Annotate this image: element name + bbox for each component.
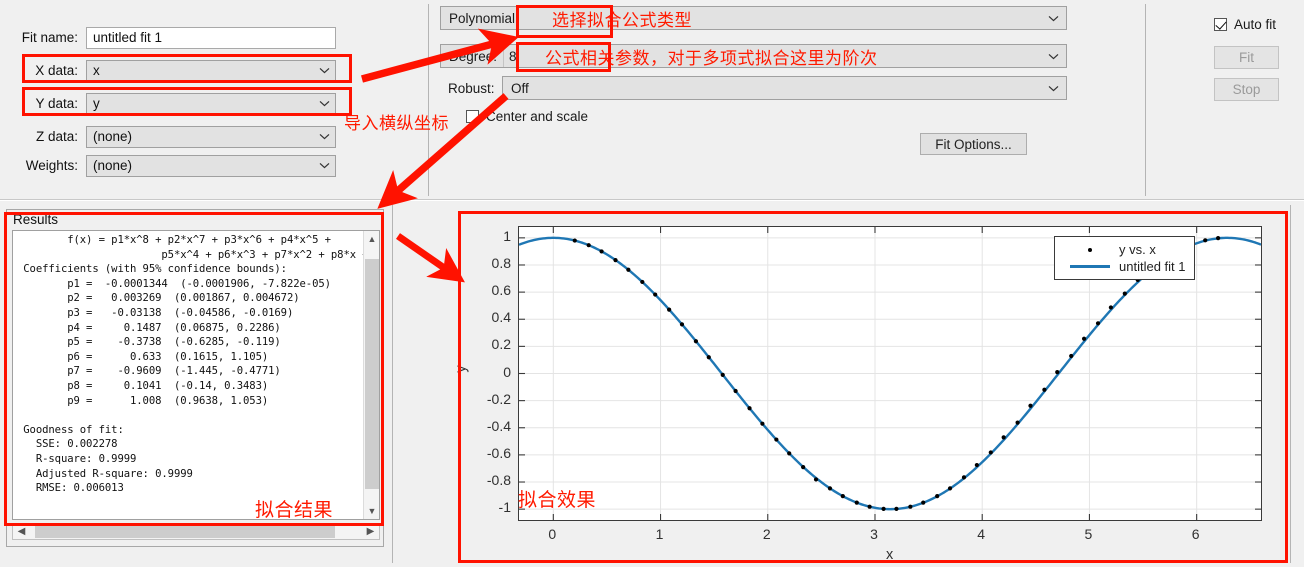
robust-dropdown[interactable]: Off [502, 76, 1067, 100]
checkbox-box [1214, 18, 1227, 31]
horizontal-scroll-thumb[interactable] [35, 525, 335, 538]
chevron-down-icon [1042, 7, 1064, 29]
robust-row: Robust: Off [440, 76, 1067, 100]
center-and-scale-label: Center and scale [486, 109, 589, 124]
weights-row: Weights: (none) [0, 154, 336, 177]
robust-label: Robust: [448, 80, 495, 96]
highlight-fit-type [516, 5, 613, 38]
chevron-down-icon [313, 156, 335, 176]
fit-options-button[interactable]: Fit Options... [920, 133, 1027, 155]
fit-run-panel: Auto fit Fit Stop [1146, 0, 1304, 199]
stop-button-label: Stop [1232, 82, 1261, 97]
fit-name-row: Fit name: untitled fit 1 [0, 26, 336, 49]
auto-fit-label: Auto fit [1234, 17, 1277, 32]
robust-value: Off [511, 80, 529, 96]
annotation-fit-effect: 拟合效果 [518, 489, 597, 511]
weights-label: Weights: [25, 158, 78, 173]
weights-dropdown[interactable]: (none) [86, 154, 336, 177]
highlight-y-data [22, 87, 352, 116]
z-data-value: (none) [93, 129, 133, 144]
checkbox-box [466, 110, 479, 123]
chevron-down-icon [1042, 45, 1064, 67]
scroll-left-icon[interactable]: ◀ [13, 524, 30, 539]
weights-value: (none) [93, 158, 133, 173]
right-edge-divider [1290, 205, 1291, 563]
highlight-x-data [22, 54, 352, 83]
z-data-row: Z data: (none) [0, 125, 336, 148]
highlight-results [4, 212, 384, 526]
highlight-degree [516, 42, 611, 72]
fit-options-label: Fit Options... [935, 136, 1012, 152]
auto-fit-checkbox[interactable]: Auto fit [1214, 17, 1276, 32]
degree-label: Degree: [449, 48, 498, 64]
panel-divider-1 [428, 4, 429, 196]
z-data-dropdown[interactable]: (none) [86, 125, 336, 148]
annotation-import-xy: 导入横纵坐标 [344, 114, 449, 134]
results-plot-divider[interactable] [392, 205, 393, 563]
chevron-down-icon [1042, 77, 1064, 99]
fit-name-input[interactable]: untitled fit 1 [86, 26, 336, 49]
z-data-label: Z data: [35, 129, 78, 144]
center-and-scale-checkbox[interactable]: Center and scale [466, 109, 588, 124]
fit-name-label: Fit name: [21, 30, 78, 45]
chevron-down-icon [313, 127, 335, 147]
fit-button[interactable]: Fit [1214, 46, 1279, 69]
fit-button-label: Fit [1239, 50, 1254, 65]
curve-fitting-tool-window: Fit name: untitled fit 1 X data: x Y dat… [0, 0, 1304, 567]
stop-button[interactable]: Stop [1214, 78, 1279, 101]
annotation-fit-result: 拟合结果 [255, 499, 334, 521]
fit-name-value: untitled fit 1 [93, 30, 163, 45]
scroll-right-icon[interactable]: ▶ [362, 524, 379, 539]
